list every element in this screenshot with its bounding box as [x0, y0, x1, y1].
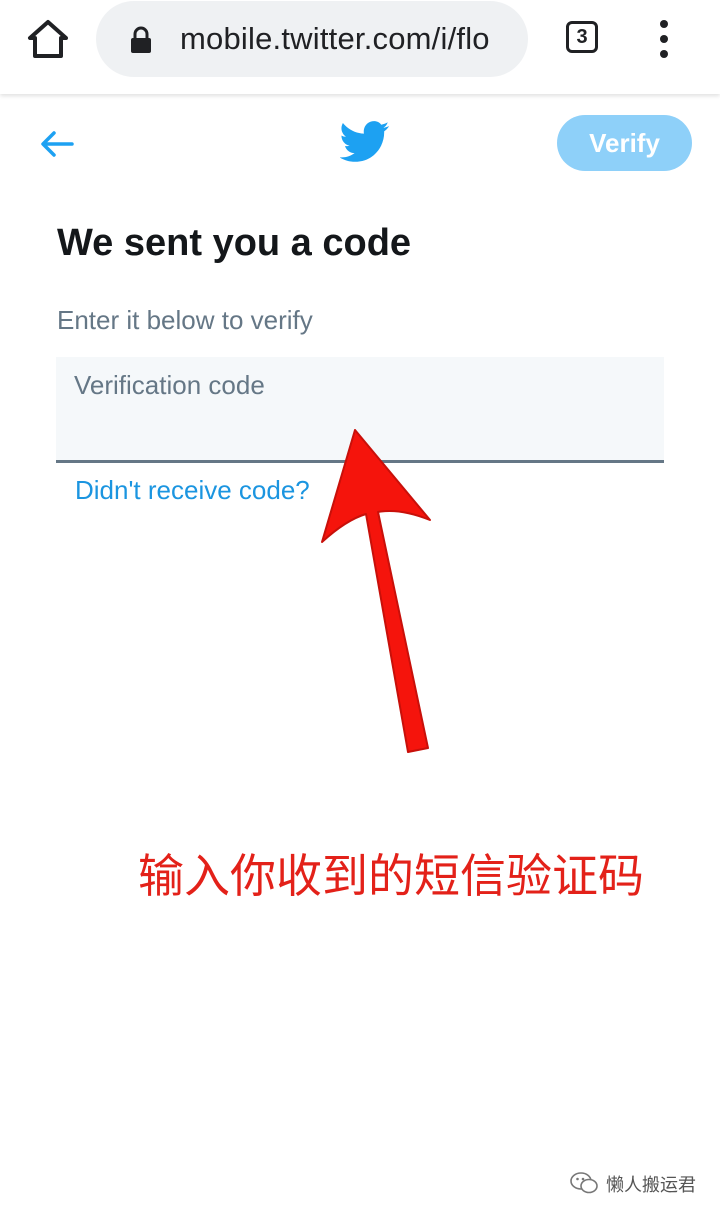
more-vert-icon-dot [660, 50, 668, 58]
watermark-text: 懒人搬运君 [606, 1175, 696, 1195]
home-button[interactable] [24, 18, 72, 62]
verify-button[interactable]: Verify [557, 115, 692, 171]
more-vert-icon-dot [660, 35, 668, 43]
browser-menu-button[interactable] [650, 18, 678, 60]
browser-toolbar: mobile.twitter.com/i/flo 3 [0, 0, 720, 94]
page: mobile.twitter.com/i/flo 3 Verify We sen… [0, 0, 720, 1214]
page-title: We sent you a code [57, 222, 412, 264]
twitter-bird-icon [339, 120, 390, 164]
verification-code-input[interactable] [74, 367, 644, 403]
tab-switcher-button[interactable]: 3 [566, 21, 598, 53]
address-bar[interactable]: mobile.twitter.com/i/flo [96, 1, 528, 77]
arrow-left-icon [41, 131, 74, 157]
home-icon [28, 20, 68, 58]
url-text: mobile.twitter.com/i/flo [180, 21, 490, 56]
lock-icon [131, 26, 151, 53]
watermark: 懒人搬运君 [570, 1168, 710, 1198]
annotation-text: 输入你收到的短信验证码 [138, 849, 644, 903]
more-vert-icon [660, 20, 668, 28]
resend-code-link[interactable]: Didn't receive code? [75, 475, 310, 506]
wechat-icon [570, 1172, 598, 1194]
page-subtitle: Enter it below to verify [57, 305, 313, 335]
annotation-arrow-icon [321, 429, 431, 753]
back-button[interactable] [36, 124, 80, 164]
